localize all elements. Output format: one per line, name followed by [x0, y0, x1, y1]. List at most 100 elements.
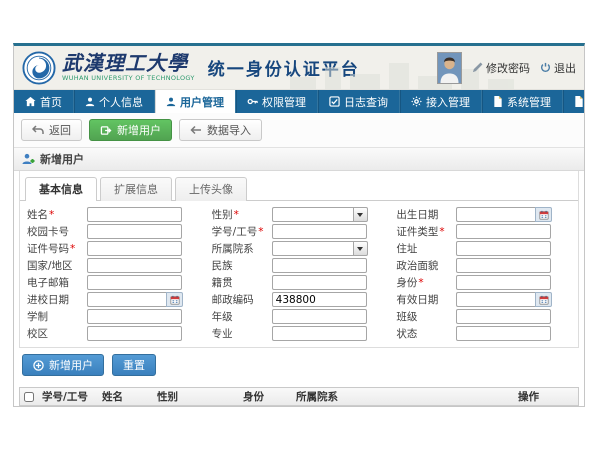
- nav-item-subscription-mgmt[interactable]: 订阅管理: [563, 90, 585, 113]
- university-logo-icon: [22, 51, 56, 85]
- form-field: 学号/工号*: [207, 224, 392, 239]
- logout-link[interactable]: 退出: [540, 60, 576, 76]
- campus-card-input[interactable]: [87, 224, 182, 239]
- submit-add-user-button[interactable]: 新增用户: [22, 354, 104, 376]
- political-status-input[interactable]: [456, 258, 551, 273]
- nav-item-system-mgmt[interactable]: 系统管理: [482, 90, 563, 113]
- platform-title: 统一身份认证平台: [208, 55, 360, 80]
- table-empty-body: [20, 406, 578, 407]
- country-region-input[interactable]: [87, 258, 182, 273]
- ethnicity-input[interactable]: [272, 258, 367, 273]
- email-input[interactable]: [87, 275, 182, 290]
- status-input[interactable]: [456, 326, 551, 341]
- form-column-right: 出生日期 证件类型* 住址 政治面貌 身份* 有效日期 班级 状态: [391, 207, 576, 343]
- required-mark: *: [439, 226, 444, 238]
- form-field: 校区: [22, 326, 207, 341]
- col-header-department: 所属院系: [292, 389, 514, 404]
- field-label: 电子邮箱: [27, 277, 69, 289]
- field-label: 进校日期: [27, 294, 69, 306]
- form-field: 住址: [391, 241, 576, 256]
- field-label: 政治面貌: [396, 260, 438, 272]
- form-field: 证件号码*: [22, 241, 207, 256]
- form-actions: 新增用户 重置: [14, 348, 584, 382]
- dropdown-arrow-icon[interactable]: [353, 207, 368, 222]
- valid-date-input[interactable]: [456, 292, 535, 307]
- schooling-length-input[interactable]: [87, 309, 182, 324]
- major-input[interactable]: [272, 326, 367, 341]
- nav-item-user-mgmt[interactable]: 用户管理: [155, 90, 236, 113]
- form-column-left: 姓名* 校园卡号 证件号码* 国家/地区 电子邮箱 进校日期 学制 校区: [22, 207, 207, 343]
- gear-icon: [411, 96, 422, 107]
- field-label: 有效日期: [396, 294, 438, 306]
- calendar-icon[interactable]: [166, 292, 183, 307]
- nav-item-permission-mgmt[interactable]: 权限管理: [236, 90, 318, 113]
- field-label: 民族: [212, 260, 233, 272]
- form-field: 证件类型*: [391, 224, 576, 239]
- plus-circle-icon: [33, 360, 44, 371]
- tab-basic-info[interactable]: 基本信息: [25, 177, 97, 201]
- field-label: 校区: [27, 328, 48, 340]
- field-label: 学制: [27, 311, 48, 323]
- back-arrow-icon: [32, 125, 44, 135]
- form-panel: 基本信息 扩展信息 上传头像 姓名* 校园卡号 证件号码* 国家/地区 电子邮箱…: [19, 171, 579, 348]
- dropdown-arrow-icon[interactable]: [353, 241, 368, 256]
- address-input[interactable]: [456, 241, 551, 256]
- form-field: 专业: [207, 326, 392, 341]
- field-label: 证件类型: [396, 226, 438, 238]
- form-column-middle: 性别* 学号/工号* 所属院系 民族 籍贯 邮政编码 年级 专业: [207, 207, 392, 343]
- form-field: 民族: [207, 258, 392, 273]
- department-select[interactable]: [272, 241, 353, 256]
- gender-select[interactable]: [272, 207, 353, 222]
- reset-button[interactable]: 重置: [112, 354, 156, 376]
- grade-input[interactable]: [272, 309, 367, 324]
- section-title: 新增用户: [40, 151, 84, 167]
- select-all-checkbox[interactable]: [24, 392, 34, 402]
- native-place-input[interactable]: [272, 275, 367, 290]
- student-id-input[interactable]: [272, 224, 367, 239]
- nav-item-log-query[interactable]: 日志查询: [318, 90, 400, 113]
- toolbar: 返回 新增用户 数据导入: [14, 113, 584, 147]
- import-arrow-icon: [190, 125, 202, 135]
- form-field: 身份*: [391, 275, 576, 290]
- nav-item-access-mgmt[interactable]: 接入管理: [400, 90, 482, 113]
- add-user-button[interactable]: 新增用户: [89, 119, 172, 141]
- field-label: 出生日期: [396, 209, 438, 221]
- field-label: 学号/工号: [212, 226, 258, 238]
- id-type-input[interactable]: [456, 224, 551, 239]
- field-label: 国家/地区: [27, 260, 73, 272]
- form-field: 邮政编码: [207, 292, 392, 307]
- name-input[interactable]: [87, 207, 182, 222]
- field-label: 证件号码: [27, 243, 69, 255]
- col-header-student-id: 学号/工号: [38, 389, 98, 404]
- user-avatar[interactable]: [437, 52, 462, 84]
- form-field: 电子邮箱: [22, 275, 207, 290]
- tab-upload-avatar[interactable]: 上传头像: [175, 177, 247, 201]
- form-field: 姓名*: [22, 207, 207, 222]
- calendar-icon[interactable]: [535, 207, 552, 222]
- enroll-date-input[interactable]: [87, 292, 166, 307]
- back-button[interactable]: 返回: [21, 119, 82, 141]
- class-input[interactable]: [456, 309, 551, 324]
- campus-input[interactable]: [87, 326, 182, 341]
- postal-code-input[interactable]: [272, 292, 367, 307]
- field-label: 住址: [396, 243, 417, 255]
- tab-extended-info[interactable]: 扩展信息: [100, 177, 172, 201]
- id-number-input[interactable]: [87, 241, 182, 256]
- calendar-icon[interactable]: [535, 292, 552, 307]
- form-field: 国家/地区: [22, 258, 207, 273]
- user-add-icon: [22, 153, 35, 165]
- required-mark: *: [49, 209, 54, 221]
- col-header-identity: 身份: [239, 389, 292, 404]
- change-password-link[interactable]: 修改密码: [472, 60, 530, 76]
- birth-date-input[interactable]: [456, 207, 535, 222]
- log-icon: [329, 96, 340, 107]
- field-label: 专业: [212, 328, 233, 340]
- field-label: 姓名: [27, 209, 48, 221]
- document-icon: [574, 96, 584, 107]
- form-field: 出生日期: [391, 207, 576, 222]
- nav-item-profile[interactable]: 个人信息: [74, 90, 155, 113]
- data-import-button[interactable]: 数据导入: [179, 119, 262, 141]
- field-label: 校园卡号: [27, 226, 69, 238]
- identity-input[interactable]: [456, 275, 551, 290]
- nav-item-home[interactable]: 首页: [14, 90, 74, 113]
